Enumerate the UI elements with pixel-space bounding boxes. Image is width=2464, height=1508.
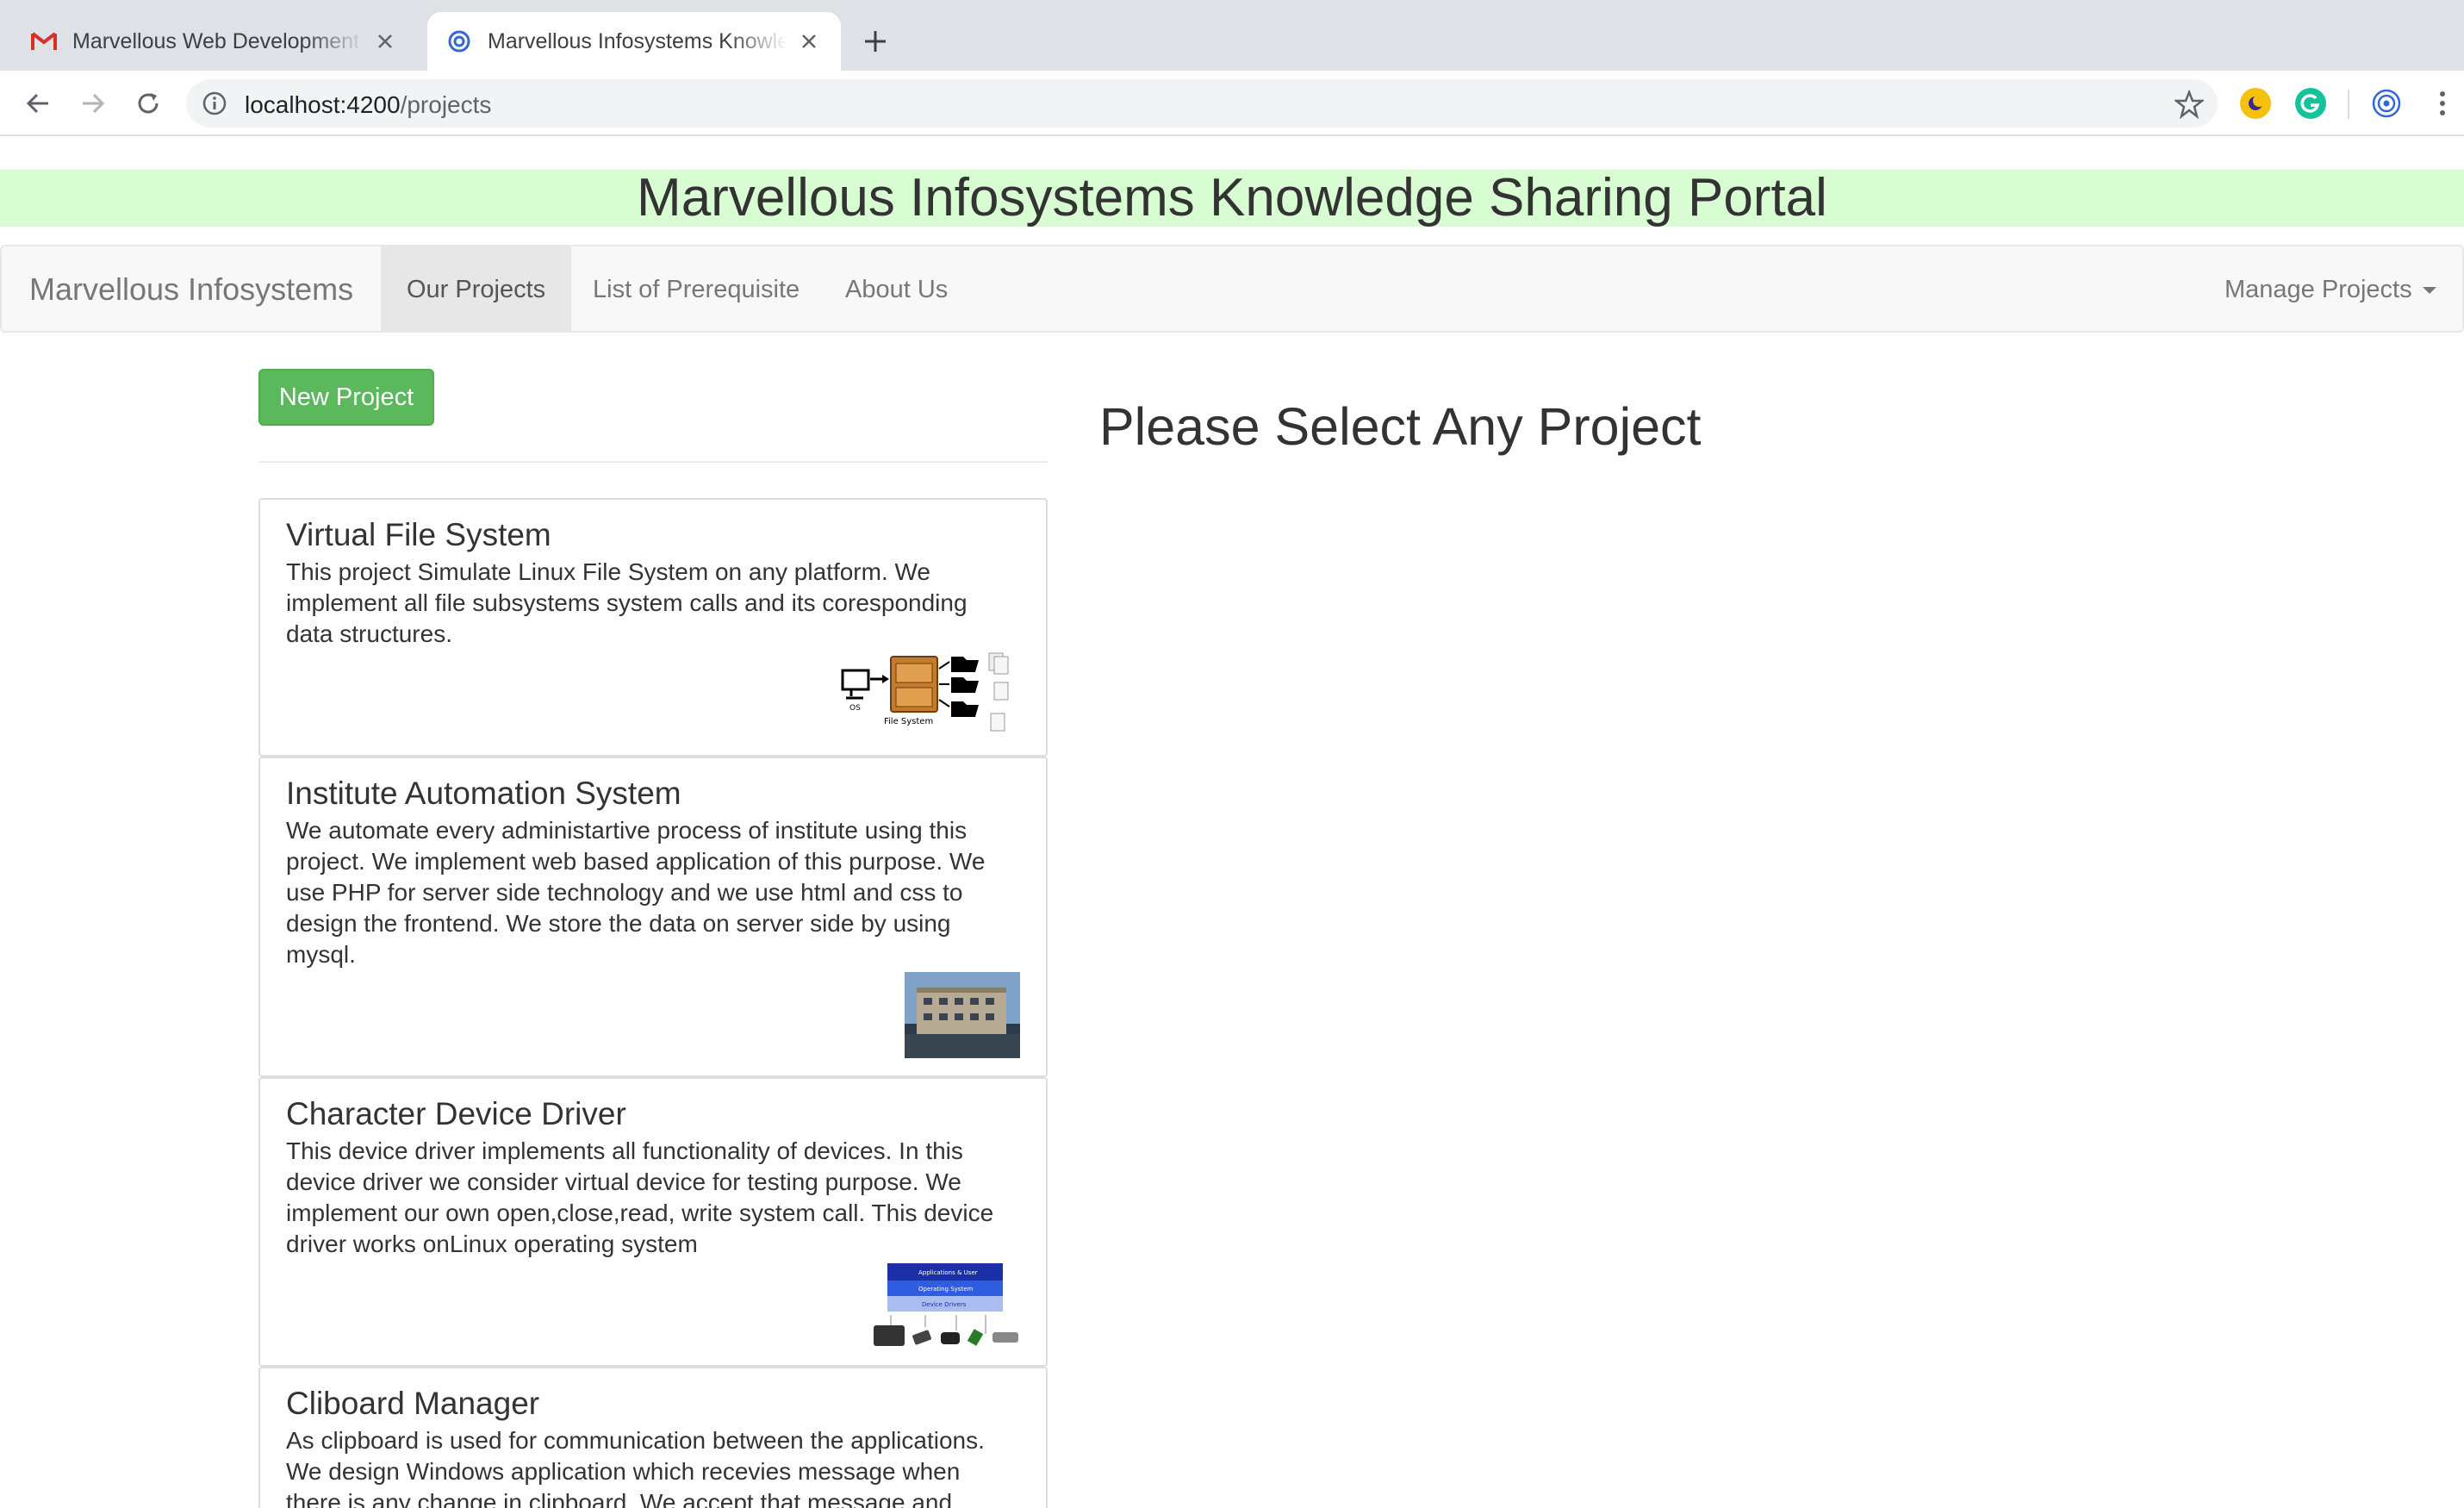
manage-projects-dropdown[interactable]: Manage Projects <box>2199 246 2462 333</box>
new-tab-icon[interactable] <box>858 24 893 59</box>
close-tab-icon[interactable] <box>372 28 398 54</box>
tab-title: Marvellous Infosystems Knowledge Sharing… <box>488 28 787 53</box>
divider <box>258 461 1048 463</box>
toolbar-separator <box>2348 90 2349 119</box>
file-system-label: File System <box>884 717 933 726</box>
manage-projects-label: Manage Projects <box>2224 276 2412 303</box>
project-description: As clipboard is used for communication b… <box>286 1427 985 1508</box>
moon-extension-icon[interactable] <box>2240 88 2271 119</box>
tab-title: Marvellous Web Development <box>72 28 360 53</box>
url-path: /projects <box>400 91 492 118</box>
building-photo-image <box>905 972 1020 1058</box>
address-bar[interactable]: localhost:4200/projects <box>186 79 2218 128</box>
nav-list-of-prerequisite[interactable]: List of Prerequisite <box>567 246 825 333</box>
url-text: localhost:4200/projects <box>245 91 491 119</box>
project-title: Cliboard Manager <box>286 1386 540 1421</box>
site-info-icon[interactable] <box>202 90 227 116</box>
diagram-label-os: Operating System <box>918 1286 974 1293</box>
gmail-icon <box>31 28 57 54</box>
project-card-cliboard-manager[interactable]: Cliboard Manager As clipboard is used fo… <box>258 1367 1048 1508</box>
project-title: Virtual File System <box>286 517 551 552</box>
project-title: Institute Automation System <box>286 776 681 811</box>
navbar-brand[interactable]: Marvellous Infosystems <box>29 246 353 333</box>
nav-about-us[interactable]: About Us <box>819 246 974 333</box>
project-description: This project Simulate Linux File System … <box>286 558 968 647</box>
select-project-heading: Please Select Any Project <box>1099 397 1702 456</box>
forward-arrow-icon[interactable] <box>76 86 110 121</box>
project-card-institute-automation-system[interactable]: Institute Automation System We automate … <box>258 757 1048 1077</box>
back-arrow-icon[interactable] <box>21 86 55 121</box>
grammarly-extension-icon[interactable] <box>2295 88 2326 119</box>
project-description: We automate every administartive process… <box>286 817 986 968</box>
browser-tab-gmail[interactable]: Marvellous Web Development <box>12 12 417 71</box>
angular-icon <box>446 28 472 54</box>
project-description: This device driver implements all functi… <box>286 1137 994 1257</box>
profile-icon[interactable] <box>2371 88 2402 119</box>
diagram-label-drivers: Device Drivers <box>922 1301 967 1308</box>
project-card-virtual-file-system[interactable]: Virtual File System This project Simulat… <box>258 498 1048 757</box>
device-driver-diagram-image: Applications & User Operating System Dev… <box>874 1263 1018 1346</box>
reload-icon[interactable] <box>131 86 165 121</box>
browser-menu-icon[interactable] <box>2430 86 2455 121</box>
project-card-character-device-driver[interactable]: Character Device Driver This device driv… <box>258 1077 1048 1367</box>
browser-tab-portal[interactable]: Marvellous Infosystems Knowledge Sharing… <box>427 12 841 71</box>
file-system-diagram-image: OS File System <box>841 652 1009 732</box>
project-title: Character Device Driver <box>286 1096 626 1131</box>
url-host: localhost:4200 <box>245 91 401 118</box>
new-project-button[interactable]: New Project <box>258 369 434 426</box>
portal-banner-title: Marvellous Infosystems Knowledge Sharing… <box>0 170 2464 227</box>
main-navbar: Marvellous Infosystems Our Projects List… <box>0 245 2464 333</box>
close-tab-icon[interactable] <box>796 28 822 54</box>
diagram-label-applications: Applications & User <box>918 1269 978 1276</box>
bookmark-star-icon[interactable] <box>2175 90 2204 119</box>
os-label: OS <box>849 704 861 713</box>
caret-down-icon <box>2422 287 2436 295</box>
nav-our-projects[interactable]: Our Projects <box>381 246 572 333</box>
browser-toolbar: localhost:4200/projects <box>0 71 2464 136</box>
browser-tab-strip: Marvellous Web Development Marvellous In… <box>0 0 2464 71</box>
